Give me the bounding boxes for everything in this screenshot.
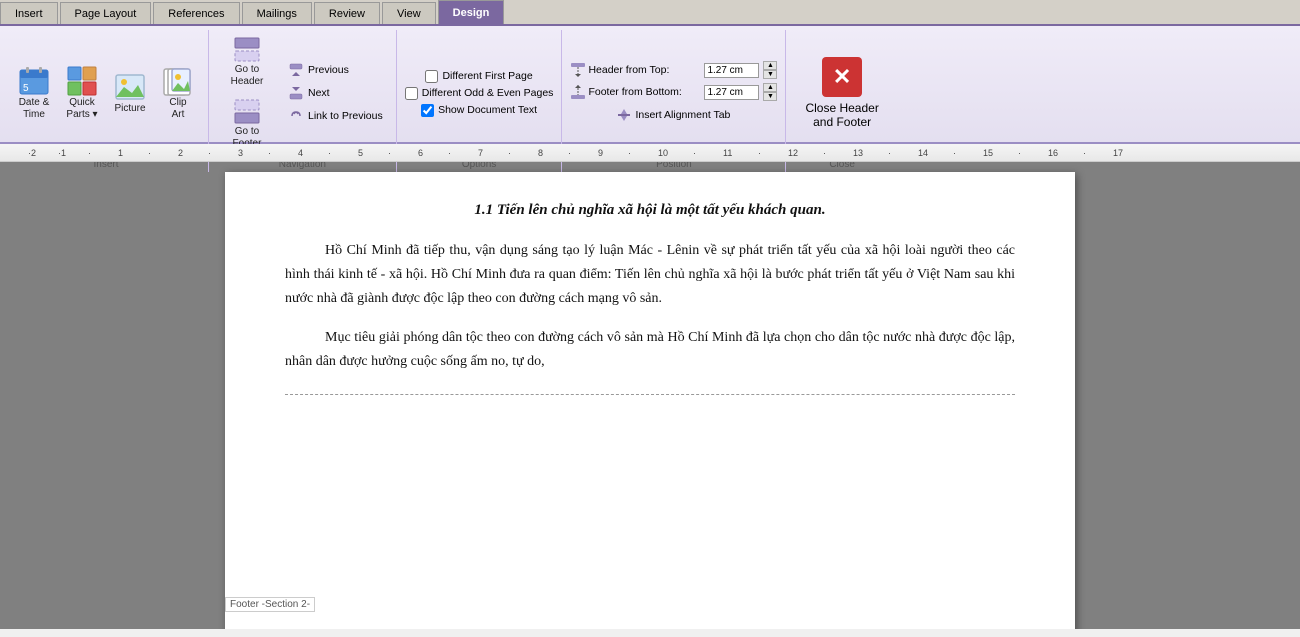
- show-document-text-checkbox[interactable]: [421, 104, 434, 117]
- tab-review[interactable]: Review: [314, 2, 380, 24]
- picture-button[interactable]: Picture: [108, 67, 152, 119]
- document-paragraph-1: Hồ Chí Minh đã tiếp thu, vận dụng sáng t…: [285, 239, 1015, 310]
- footer-divider: [285, 394, 1015, 395]
- quick-parts-icon: [66, 65, 98, 97]
- next-label: Next: [308, 87, 330, 99]
- different-first-page-label: Different First Page: [442, 70, 532, 82]
- footer-bottom-down[interactable]: ▼: [763, 92, 777, 101]
- clip-art-button[interactable]: ClipArt: [156, 61, 200, 125]
- document-paragraph-2: Mục tiêu giải phóng dân tộc theo con đườ…: [285, 326, 1015, 374]
- alignment-tab-icon: [617, 108, 631, 122]
- document-title: 1.1 Tiến lên chủ nghĩa xã hội là một tất…: [285, 202, 1015, 219]
- tab-design[interactable]: Design: [438, 0, 505, 24]
- show-document-text-option[interactable]: Show Document Text: [421, 104, 537, 117]
- different-odd-even-label: Different Odd & Even Pages: [422, 87, 554, 99]
- date-time-label: Date &Time: [19, 97, 50, 121]
- tab-page-layout[interactable]: Page Layout: [60, 2, 152, 24]
- different-first-page-option[interactable]: Different First Page: [425, 70, 532, 83]
- insert-alignment-tab-label: Insert Alignment Tab: [635, 109, 730, 121]
- tab-bar: Insert Page Layout References Mailings R…: [0, 0, 1300, 26]
- link-to-previous-button[interactable]: Link to Previous: [283, 105, 388, 127]
- close-header-footer-button[interactable]: ✕ Close Headerand Footer: [794, 50, 889, 136]
- next-icon: [288, 85, 304, 101]
- link-icon: [288, 108, 304, 124]
- svg-text:5: 5: [23, 83, 29, 94]
- link-to-previous-label: Link to Previous: [308, 110, 383, 122]
- tab-view[interactable]: View: [382, 2, 436, 24]
- document-area: 1.1 Tiến lên chủ nghĩa xã hội là một tất…: [0, 162, 1300, 629]
- footer-from-bottom-row: Footer from Bottom: ▲ ▼: [570, 83, 777, 101]
- previous-button[interactable]: Previous: [283, 59, 388, 81]
- header-from-top-row: Header from Top: ▲ ▼: [570, 61, 777, 79]
- close-icon: ✕: [822, 57, 862, 97]
- go-to-header-button[interactable]: Go toHeader: [217, 32, 277, 92]
- date-time-icon: 5: [18, 65, 50, 97]
- previous-label: Previous: [308, 64, 349, 76]
- previous-icon: [288, 62, 304, 78]
- show-document-text-label: Show Document Text: [438, 104, 537, 116]
- footer-bottom-up[interactable]: ▲: [763, 83, 777, 92]
- header-from-top-icon: [570, 62, 586, 78]
- clip-art-icon: [162, 65, 194, 97]
- header-from-top-input[interactable]: [704, 63, 759, 78]
- footer-from-bottom-icon: [570, 84, 586, 100]
- footer-from-bottom-input[interactable]: [704, 85, 759, 100]
- document-page: 1.1 Tiến lên chủ nghĩa xã hội là một tất…: [225, 172, 1075, 629]
- different-first-page-checkbox[interactable]: [425, 70, 438, 83]
- tab-mailings[interactable]: Mailings: [242, 2, 312, 24]
- header-from-top-spinner: ▲ ▼: [763, 61, 777, 79]
- tab-references[interactable]: References: [153, 2, 239, 24]
- close-header-footer-label: Close Headerand Footer: [805, 101, 878, 129]
- footer-from-bottom-label: Footer from Bottom:: [588, 86, 681, 98]
- picture-icon: [114, 71, 146, 103]
- header-top-up[interactable]: ▲: [763, 61, 777, 70]
- different-odd-even-option[interactable]: Different Odd & Even Pages: [405, 87, 554, 100]
- clip-art-label: ClipArt: [169, 97, 186, 121]
- footer-section-label: Footer -Section 2-: [225, 597, 315, 612]
- header-top-down[interactable]: ▼: [763, 70, 777, 79]
- footer-bottom-spinner: ▲ ▼: [763, 83, 777, 101]
- next-button[interactable]: Next: [283, 82, 388, 104]
- ribbon: 5 Date &Time QuickPar: [0, 26, 1300, 144]
- quick-parts-label: QuickParts ▾: [66, 97, 97, 121]
- tab-insert[interactable]: Insert: [0, 2, 58, 24]
- different-odd-even-checkbox[interactable]: [405, 87, 418, 100]
- header-from-top-label: Header from Top:: [588, 64, 669, 76]
- date-time-button[interactable]: 5 Date &Time: [12, 61, 56, 125]
- ruler: ·2 ·1 · 1 · 2 · 3 · 4 · 5 · 6 · 7 · 8 · …: [0, 144, 1300, 162]
- insert-alignment-tab-button[interactable]: Insert Alignment Tab: [612, 105, 735, 125]
- picture-label: Picture: [114, 103, 145, 115]
- quick-parts-button[interactable]: QuickParts ▾: [60, 61, 104, 125]
- go-to-header-label: Go toHeader: [231, 64, 264, 88]
